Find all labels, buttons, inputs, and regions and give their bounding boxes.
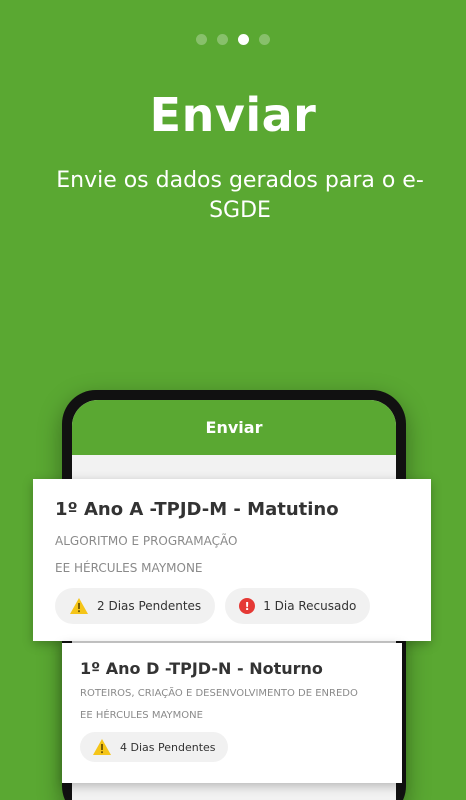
onboarding-subtitle: Envie os dados gerados para o e-SGDE xyxy=(56,168,424,223)
badge-label: 2 Dias Pendentes xyxy=(97,599,202,613)
class-card[interactable]: 1º Ano D -TPJD-N - Noturno ROTEIROS, CRI… xyxy=(62,643,402,783)
page-indicator xyxy=(0,34,466,45)
onboarding-title: Enviar xyxy=(149,88,317,142)
class-title: 1º Ano D -TPJD-N - Noturno xyxy=(80,659,323,678)
class-school: EE HÉRCULES MAYMONE xyxy=(80,710,203,721)
class-school: EE HÉRCULES MAYMONE xyxy=(55,561,203,575)
pending-days-badge[interactable]: 4 Dias Pendentes xyxy=(80,732,228,762)
app-bar-title: Enviar xyxy=(72,400,396,455)
pending-days-badge[interactable]: 2 Dias Pendentes xyxy=(55,588,216,624)
class-title: 1º Ano A -TPJD-M - Matutino xyxy=(55,499,339,520)
warning-icon xyxy=(93,739,111,755)
page-dot-4[interactable] xyxy=(259,34,270,45)
page-dot-3-active[interactable] xyxy=(238,34,249,45)
class-subject: ROTEIROS, CRIAÇÃO E DESENVOLVIMENTO DE E… xyxy=(80,688,358,699)
page-dot-1[interactable] xyxy=(196,34,207,45)
class-subject: ALGORITMO E PROGRAMAÇÃO xyxy=(55,534,238,548)
refused-days-badge[interactable]: ! 1 Dia Recusado xyxy=(225,588,371,624)
badge-label: 1 Dia Recusado xyxy=(263,599,357,613)
error-icon: ! xyxy=(239,598,256,614)
warning-icon xyxy=(70,598,88,614)
class-card[interactable]: 1º Ano A -TPJD-M - Matutino ALGORITMO E … xyxy=(33,479,431,641)
badge-label: 4 Dias Pendentes xyxy=(120,740,216,754)
page-dot-2[interactable] xyxy=(217,34,228,45)
